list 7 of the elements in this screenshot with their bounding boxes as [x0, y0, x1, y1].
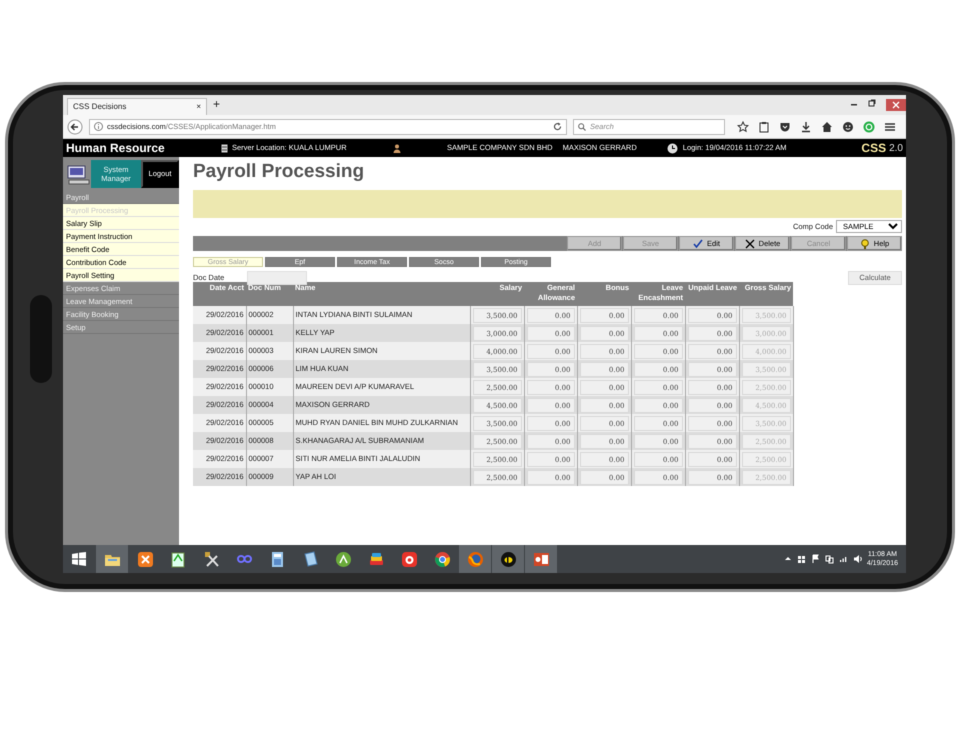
new-tab-button[interactable]: + [213, 95, 220, 113]
tab-title[interactable]: CSS Decisions [73, 101, 126, 113]
brand-logo: CSS [861, 140, 886, 157]
app-title: Human Resource [66, 140, 166, 157]
version-label: 2.0 [889, 142, 903, 156]
page-title: Payroll Processing [193, 161, 366, 183]
close-tab-button[interactable]: × [196, 101, 201, 113]
